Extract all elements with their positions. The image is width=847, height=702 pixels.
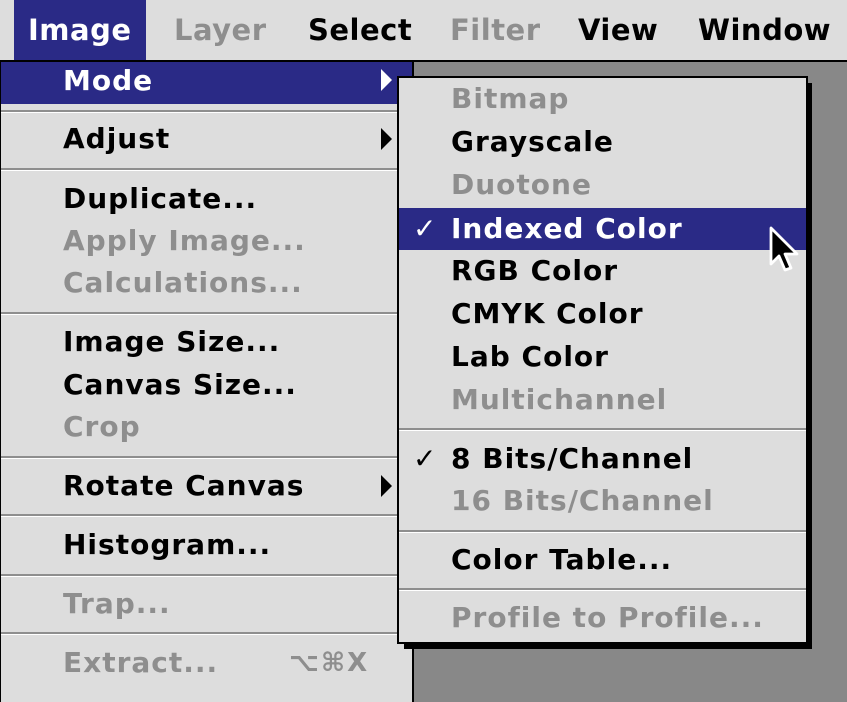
submenu-item-16-bits[interactable]: 16 Bits/Channel <box>399 480 806 522</box>
menu-item-label: Mode <box>63 64 154 97</box>
submenu-item-grayscale[interactable]: Grayscale <box>399 121 806 163</box>
separator <box>1 312 412 315</box>
submenu-item-multichannel[interactable]: Multichannel <box>399 379 806 421</box>
menu-item-label: Extract... <box>63 646 219 679</box>
menu-item-trap[interactable]: Trap... <box>1 583 412 625</box>
submenu-arrow-icon <box>381 475 392 497</box>
menu-item-apply-image[interactable]: Apply Image... <box>1 220 412 262</box>
menu-window[interactable]: Window <box>698 0 831 60</box>
menu-view[interactable]: View <box>578 0 658 60</box>
separator <box>399 530 806 533</box>
submenu-item-indexed-color[interactable]: ✓ Indexed Color <box>399 208 806 250</box>
menu-item-mode[interactable]: Mode <box>1 62 412 104</box>
separator <box>1 514 412 517</box>
menu-item-crop[interactable]: Crop <box>1 406 412 448</box>
mouse-cursor-icon <box>769 226 799 272</box>
menu-select[interactable]: Select <box>308 0 412 60</box>
menu-item-duplicate[interactable]: Duplicate... <box>1 178 412 220</box>
menu-item-canvas-size[interactable]: Canvas Size... <box>1 364 412 406</box>
submenu-item-bitmap[interactable]: Bitmap <box>399 78 806 120</box>
menu-item-extract[interactable]: Extract... ⌥⌘X <box>1 642 412 684</box>
mode-submenu: Bitmap Grayscale Duotone ✓ Indexed Color… <box>397 76 808 644</box>
checkmark-icon: ✓ <box>413 442 438 475</box>
submenu-item-color-table[interactable]: Color Table... <box>399 539 806 581</box>
menu-item-label: Rotate Canvas <box>63 469 305 502</box>
menu-item-adjust[interactable]: Adjust <box>1 118 412 160</box>
menu-bar: Image Layer Select Filter View Window <box>0 0 847 62</box>
separator <box>399 428 806 431</box>
menu-item-image-size[interactable]: Image Size... <box>1 321 412 363</box>
separator <box>1 110 412 113</box>
separator <box>1 574 412 577</box>
menu-item-histogram[interactable]: Histogram... <box>1 524 412 566</box>
shortcut-label: ⌥⌘X <box>289 648 370 678</box>
menu-filter[interactable]: Filter <box>450 0 541 60</box>
submenu-item-rgb-color[interactable]: RGB Color <box>399 250 806 292</box>
separator <box>1 632 412 635</box>
submenu-item-duotone[interactable]: Duotone <box>399 164 806 206</box>
submenu-item-label: 8 Bits/Channel <box>451 442 694 475</box>
submenu-arrow-icon <box>381 69 392 91</box>
menu-item-label: Adjust <box>63 122 171 155</box>
submenu-item-cmyk-color[interactable]: CMYK Color <box>399 293 806 335</box>
separator <box>399 588 806 591</box>
submenu-arrow-icon <box>381 128 392 150</box>
submenu-item-8-bits[interactable]: ✓ 8 Bits/Channel <box>399 438 806 480</box>
menu-layer[interactable]: Layer <box>174 0 267 60</box>
checkmark-icon: ✓ <box>413 212 438 245</box>
submenu-item-lab-color[interactable]: Lab Color <box>399 336 806 378</box>
menu-image[interactable]: Image <box>14 0 146 60</box>
menu-item-rotate-canvas[interactable]: Rotate Canvas <box>1 465 412 507</box>
separator <box>1 168 412 171</box>
separator <box>1 456 412 459</box>
submenu-item-profile-to-profile[interactable]: Profile to Profile... <box>399 597 806 639</box>
image-menu: Mode Adjust Duplicate... Apply Image... … <box>0 62 414 702</box>
submenu-item-label: Indexed Color <box>451 212 683 245</box>
menu-item-calculations[interactable]: Calculations... <box>1 262 412 304</box>
